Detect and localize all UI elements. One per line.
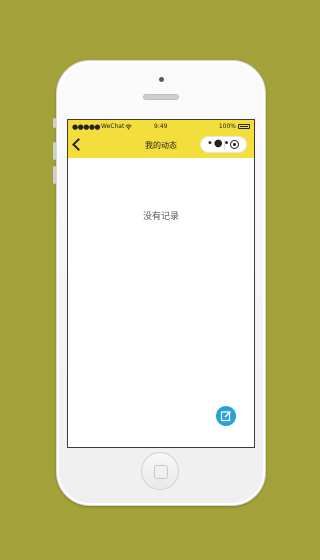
phone-camera xyxy=(159,77,164,82)
wifi-icon xyxy=(125,123,132,130)
signal-dots: ●●●●● xyxy=(72,122,101,131)
battery-percent: 100% xyxy=(218,123,236,130)
status-left: ●●●●● WeChat xyxy=(72,123,132,130)
compose-button[interactable] xyxy=(216,406,236,426)
header-bar: ●●●●● WeChat 9:49 100% 我的动态 •●• xyxy=(68,120,254,158)
status-bar: ●●●●● WeChat 9:49 100% xyxy=(68,120,254,134)
more-dots-icon[interactable]: •●• xyxy=(207,138,231,150)
app-screen: ●●●●● WeChat 9:49 100% 我的动态 •●• 没有记录 xyxy=(67,119,255,448)
mini-program-capsule: •●• xyxy=(200,136,247,153)
close-target-icon[interactable] xyxy=(230,140,239,149)
navigation-bar: 我的动态 •●• xyxy=(68,134,254,158)
battery-icon xyxy=(238,124,250,129)
empty-state-text: 没有记录 xyxy=(142,212,179,222)
phone-side-button xyxy=(53,142,56,160)
status-time: 9:49 xyxy=(154,123,168,130)
edit-icon xyxy=(220,411,231,422)
carrier-label: WeChat xyxy=(101,123,125,130)
phone-speaker xyxy=(143,94,179,100)
status-right: 100% xyxy=(219,123,250,130)
capsule-divider xyxy=(224,140,225,150)
home-button[interactable] xyxy=(141,452,179,490)
phone-side-button xyxy=(53,118,56,128)
phone-side-button xyxy=(53,166,56,184)
